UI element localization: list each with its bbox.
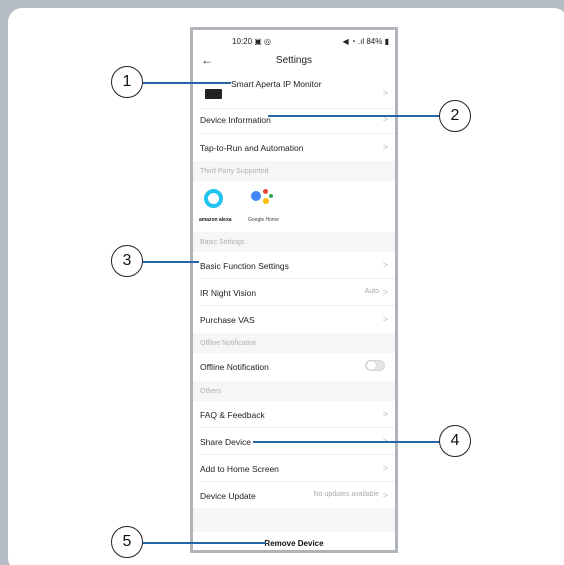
callout-line-1 (143, 82, 231, 84)
amazon-alexa-label: amazon alexa (199, 217, 232, 223)
add-home-screen-row[interactable]: Add to Home Screen > (193, 455, 395, 481)
section-basic-settings: Basic Settings (193, 232, 395, 252)
section-third-party: Third Party Supported (193, 161, 395, 181)
section-offline-notification: Offline Notification (193, 333, 395, 353)
remove-device-label: Remove Device (264, 539, 324, 548)
chevron-right-icon: > (382, 463, 388, 473)
callout-4: 4 (439, 425, 471, 457)
callout-3: 3 (111, 245, 143, 277)
section-others: Others (193, 381, 395, 401)
device-update-row[interactable]: Device Update No updates available > (193, 482, 395, 508)
ir-night-vision-row[interactable]: IR Night Vision Auto > (193, 279, 395, 305)
chevron-right-icon: > (382, 88, 388, 98)
device-row[interactable]: Smart Aperta IP Monitor > (193, 74, 395, 108)
callout-2: 2 (439, 100, 471, 132)
basic-function-row[interactable]: Basic Function Settings > (193, 252, 395, 278)
status-icons: ◀ ◔ .ıl 84% ▮ (342, 37, 389, 46)
callout-1: 1 (111, 66, 143, 98)
page-title: Settings (275, 55, 313, 66)
callout-line-4 (253, 441, 443, 443)
offline-notification-toggle[interactable] (365, 360, 385, 371)
third-party-row: amazon alexa Google Home (193, 181, 395, 234)
chevron-right-icon: > (382, 314, 388, 324)
offline-notification-label: Offline Notification (200, 362, 269, 372)
ir-night-vision-label: IR Night Vision (200, 288, 257, 298)
status-bar: 10:20 ▣ ◎ ◀ ◔ .ıl 84% ▮ (193, 30, 395, 48)
chevron-right-icon: > (382, 142, 388, 152)
add-home-screen-label: Add to Home Screen (200, 464, 279, 474)
section-spacer (193, 508, 395, 532)
device-update-label: Device Update (200, 491, 256, 501)
chevron-right-icon: > (382, 287, 388, 297)
device-information-label: Device Information (200, 115, 271, 125)
faq-label: FAQ & Feedback (200, 410, 265, 420)
chevron-right-icon: > (382, 260, 388, 270)
status-time: 10:20 ▣ ◎ (232, 37, 272, 46)
callout-line-5 (143, 542, 266, 544)
nav-bar: ← Settings (193, 48, 395, 74)
chevron-right-icon: > (382, 490, 388, 500)
callout-line-3 (143, 261, 199, 263)
section-label: Basic Settings (200, 239, 245, 246)
tap-to-run-label: Tap-to-Run and Automation (200, 143, 304, 153)
callout-5: 5 (111, 526, 143, 558)
phone-screen: 10:20 ▣ ◎ ◀ ◔ .ıl 84% ▮ ← Settings Smart… (190, 27, 398, 553)
section-label: Others (200, 388, 222, 395)
share-device-label: Share Device (200, 437, 252, 447)
device-name: Smart Aperta IP Monitor (231, 79, 322, 89)
faq-row[interactable]: FAQ & Feedback > (193, 401, 395, 427)
purchase-vas-row[interactable]: Purchase VAS > (193, 306, 395, 332)
basic-function-label: Basic Function Settings (200, 261, 289, 271)
section-label: Third Party Supported (200, 168, 269, 175)
chevron-right-icon: > (382, 409, 388, 419)
ir-night-vision-value: Auto (364, 288, 379, 295)
tap-to-run-row[interactable]: Tap-to-Run and Automation > (193, 134, 395, 160)
offline-notification-row: Offline Notification (193, 353, 395, 379)
device-update-value: No updates available (313, 491, 379, 498)
device-information-row[interactable]: Device Information > (193, 106, 395, 132)
purchase-vas-label: Purchase VAS (200, 315, 255, 325)
google-home-label: Google Home (248, 217, 279, 223)
google-assistant-icon[interactable] (251, 189, 273, 209)
device-thumbnail (205, 89, 222, 99)
alexa-icon[interactable] (204, 189, 223, 208)
callout-line-2 (268, 115, 442, 117)
section-label: Offline Notification (200, 340, 257, 347)
